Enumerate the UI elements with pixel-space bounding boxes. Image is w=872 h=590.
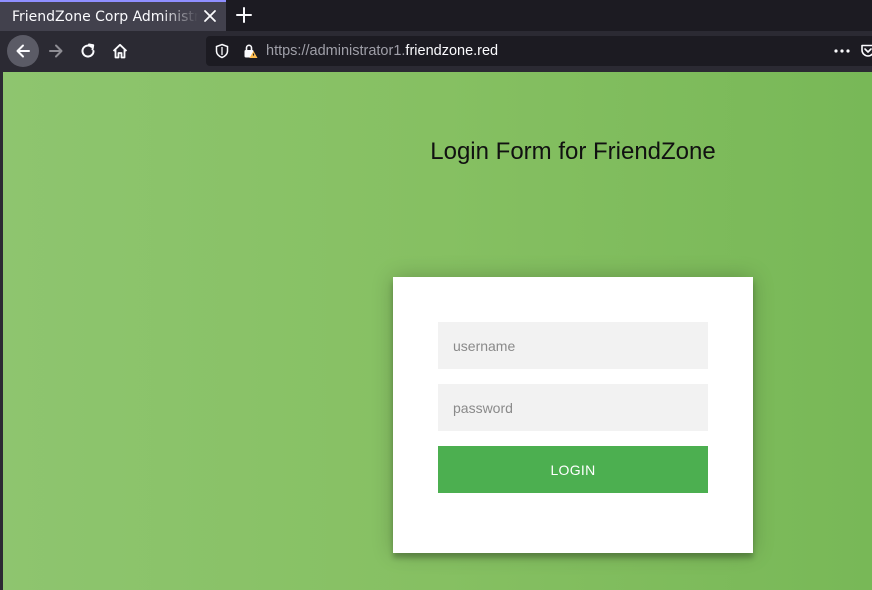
plus-icon[interactable]: [234, 5, 254, 25]
tab-strip: FriendZone Corp Administrator Page: [0, 0, 872, 31]
url-host: friendzone.red: [405, 43, 499, 59]
shield-icon[interactable]: [214, 43, 230, 59]
insecure-lock-icon[interactable]: [242, 43, 258, 59]
password-input[interactable]: [438, 384, 708, 431]
back-button[interactable]: [7, 35, 39, 67]
forward-arrow-icon: [49, 44, 63, 58]
home-icon: [112, 43, 128, 59]
tab-title: FriendZone Corp Administrator Page: [12, 9, 198, 25]
reload-icon: [81, 43, 95, 58]
close-icon[interactable]: [201, 7, 219, 25]
username-input[interactable]: [438, 322, 708, 369]
url-text[interactable]: https://administrator1.friendzone.red: [266, 40, 498, 62]
url-prefix: https://administrator1.: [266, 43, 406, 59]
forward-button[interactable]: [40, 35, 72, 67]
more-dots-icon[interactable]: [833, 43, 851, 59]
browser-tab[interactable]: FriendZone Corp Administrator Page: [0, 0, 226, 31]
reload-button[interactable]: [72, 35, 104, 67]
page-title: Login Form for FriendZone: [430, 138, 716, 165]
home-button[interactable]: [104, 35, 136, 67]
login-button[interactable]: LOGIN: [438, 446, 708, 493]
pocket-icon[interactable]: [860, 43, 872, 59]
back-arrow-icon: [16, 44, 30, 58]
